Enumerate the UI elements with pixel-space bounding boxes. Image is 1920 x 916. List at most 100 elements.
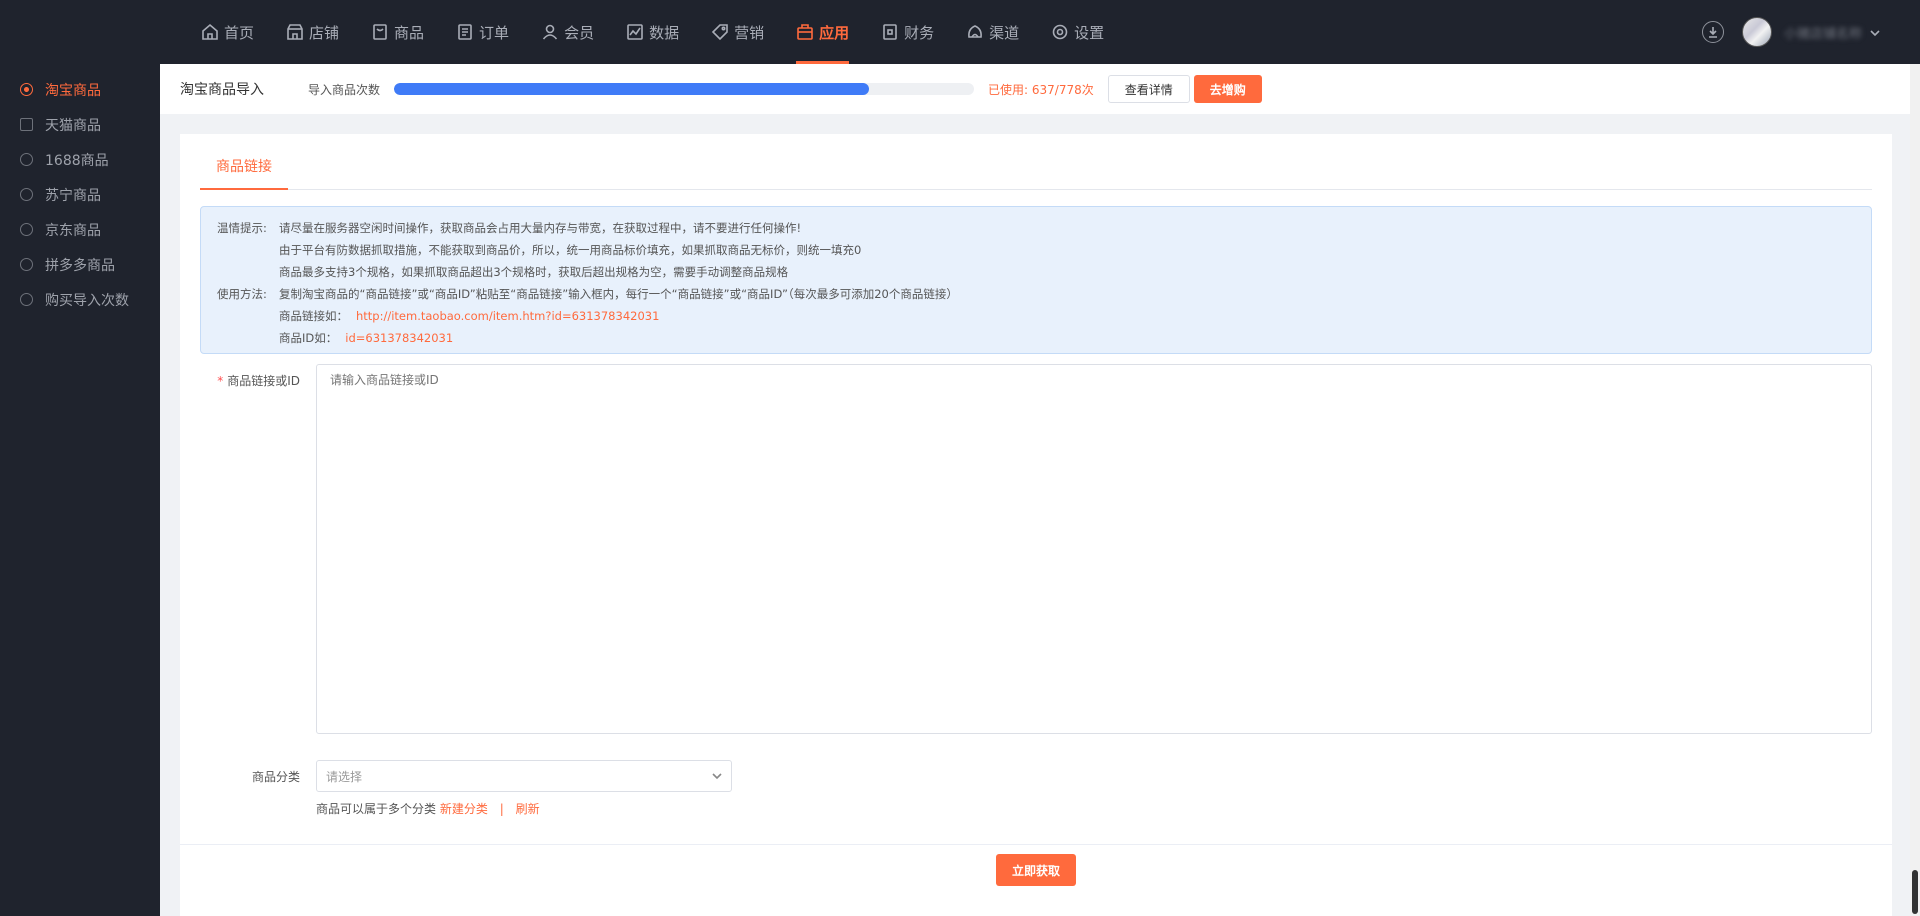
notice-row: 使用方法: 复制淘宝商品的“商品链接”或“商品ID”粘贴至“商品链接”输入框内，… bbox=[217, 283, 1855, 305]
nav-order[interactable]: 订单 bbox=[440, 0, 525, 64]
gear-icon bbox=[1052, 24, 1068, 40]
app-icon bbox=[797, 24, 813, 40]
usage-method-line: 复制淘宝商品的“商品链接”或“商品ID”粘贴至“商品链接”输入框内，每行一个“商… bbox=[279, 287, 958, 301]
usage-count: 已使用: 637/778次 bbox=[988, 82, 1094, 97]
link-form-row: * 商品链接或ID bbox=[200, 364, 1872, 734]
separator: | bbox=[499, 802, 504, 816]
nav-data-label: 数据 bbox=[649, 23, 680, 42]
main-content: 淘宝商品导入 导入商品次数 已使用: 637/778次 查看详情 去增购 商品链… bbox=[160, 64, 1910, 916]
nav-data[interactable]: 数据 bbox=[610, 0, 695, 64]
nav-home[interactable]: 首页 bbox=[185, 0, 270, 64]
top-bar: 首页 店铺 商品 订单 会员 数据 营销 应用 财务 渠道 设置 小猪店铺名称 bbox=[0, 0, 1920, 64]
category-hint: 商品可以属于多个分类 新建分类 | 刷新 bbox=[316, 802, 540, 816]
category-select-placeholder: 请选择 bbox=[326, 769, 363, 784]
id-example-label: 商品ID如： bbox=[279, 331, 338, 345]
sidebar-item-pinduoduo[interactable]: 拼多多商品 bbox=[0, 247, 160, 282]
nav-channel-label: 渠道 bbox=[989, 23, 1020, 42]
sidebar-item-tmall[interactable]: 天猫商品 bbox=[0, 107, 160, 142]
scrollbar-thumb[interactable] bbox=[1912, 870, 1918, 914]
nav-settings-label: 设置 bbox=[1074, 23, 1105, 42]
user-area: 小猪店铺名称 bbox=[1701, 0, 1880, 64]
tmall-icon bbox=[20, 118, 33, 131]
sidebar-item-label: 苏宁商品 bbox=[45, 187, 101, 204]
scrollbar[interactable] bbox=[1910, 64, 1920, 916]
history-icon bbox=[20, 293, 33, 306]
tabs: 商品链接 bbox=[200, 154, 1872, 190]
notice-row: 商品链接如： http://item.taobao.com/item.htm?i… bbox=[217, 305, 1855, 327]
link-input[interactable] bbox=[316, 364, 1872, 734]
1688-icon bbox=[20, 153, 33, 166]
goods-icon bbox=[373, 24, 387, 40]
page-title: 淘宝商品导入 bbox=[180, 82, 264, 98]
fetch-now-button[interactable]: 立即获取 bbox=[995, 854, 1076, 886]
nav-member-label: 会员 bbox=[564, 23, 595, 42]
nav-goods[interactable]: 商品 bbox=[355, 0, 440, 64]
tag-icon bbox=[711, 24, 728, 41]
usage-progress-fill bbox=[394, 83, 869, 95]
nav-channel[interactable]: 渠道 bbox=[950, 0, 1035, 64]
download-icon[interactable] bbox=[1701, 21, 1724, 43]
sidebar-item-buy-imports[interactable]: 购买导入次数 bbox=[0, 282, 160, 317]
refresh-link[interactable]: 刷新 bbox=[516, 802, 540, 816]
nav-store[interactable]: 店铺 bbox=[270, 0, 355, 64]
nav-member[interactable]: 会员 bbox=[525, 0, 610, 64]
page-header: 淘宝商品导入 导入商品次数 已使用: 637/778次 查看详情 去增购 bbox=[160, 64, 1910, 114]
new-category-link[interactable]: 新建分类 bbox=[440, 802, 488, 816]
nav-order-label: 订单 bbox=[479, 23, 510, 42]
chart-icon bbox=[627, 24, 643, 40]
notice-box: 温情提示: 请尽量在服务器空闲时间操作，获取商品会占用大量内存与带宽，在获取过程… bbox=[200, 206, 1872, 354]
import-card: 商品链接 温情提示: 请尽量在服务器空闲时间操作，获取商品会占用大量内存与带宽，… bbox=[180, 134, 1892, 916]
sidebar-item-label: 天猫商品 bbox=[45, 117, 101, 134]
sidebar-item-jd[interactable]: 京东商品 bbox=[0, 212, 160, 247]
sidebar-item-1688[interactable]: 1688商品 bbox=[0, 142, 160, 177]
channel-icon bbox=[968, 25, 983, 38]
nav-app[interactable]: 应用 bbox=[780, 0, 865, 64]
store-icon bbox=[287, 24, 303, 40]
finance-icon bbox=[883, 24, 897, 40]
usage-label: 导入商品次数 bbox=[308, 82, 381, 97]
notice-row: 商品ID如： id=631378342031 bbox=[217, 327, 1855, 349]
sidebar: 淘宝商品 天猫商品 1688商品 苏宁商品 京东商品 拼多多商品 购买导入次数 bbox=[0, 64, 160, 916]
footer-bar: 立即获取 bbox=[180, 844, 1892, 916]
sidebar-item-label: 淘宝商品 bbox=[45, 82, 101, 99]
tab-goods-link[interactable]: 商品链接 bbox=[200, 154, 288, 190]
chevron-down-icon bbox=[712, 773, 722, 780]
notice-row: 商品最多支持3个规格，如果抓取商品超出3个规格时，获取后超出规格为空，需要手动调… bbox=[217, 261, 1855, 283]
nav-marketing-label: 营销 bbox=[734, 23, 765, 42]
member-icon bbox=[542, 24, 558, 40]
jd-icon bbox=[20, 223, 33, 236]
nav-goods-label: 商品 bbox=[394, 23, 425, 42]
sidebar-item-taobao[interactable]: 淘宝商品 bbox=[0, 72, 160, 107]
nav-finance-label: 财务 bbox=[904, 23, 935, 42]
usage-method-label: 使用方法: bbox=[217, 287, 267, 301]
top-nav: 首页 店铺 商品 订单 会员 数据 营销 应用 财务 渠道 设置 bbox=[185, 0, 1120, 64]
link-example: http://item.taobao.com/item.htm?id=63137… bbox=[356, 309, 660, 323]
nav-store-label: 店铺 bbox=[309, 23, 340, 42]
view-details-button[interactable]: 查看详情 bbox=[1107, 75, 1190, 103]
id-example: id=631378342031 bbox=[345, 331, 454, 345]
nav-settings[interactable]: 设置 bbox=[1035, 0, 1120, 64]
suning-icon bbox=[20, 188, 33, 201]
required-mark: * bbox=[217, 374, 224, 388]
category-field-label: 商品分类 bbox=[251, 770, 300, 784]
tip-line-1: 请尽量在服务器空闲时间操作，获取商品会占用大量内存与带宽，在获取过程中，请不要进… bbox=[279, 221, 802, 235]
nav-marketing[interactable]: 营销 bbox=[695, 0, 780, 64]
tip-line-3: 商品最多支持3个规格，如果抓取商品超出3个规格时，获取后超出规格为空，需要手动调… bbox=[279, 265, 789, 279]
buy-more-button[interactable]: 去增购 bbox=[1193, 75, 1262, 103]
chevron-down-icon[interactable] bbox=[1870, 27, 1880, 37]
avatar[interactable] bbox=[1741, 17, 1772, 47]
nav-app-label: 应用 bbox=[819, 23, 850, 42]
category-form-row: 商品分类 请选择 商品可以属于多个分类 新建分类 | 刷新 bbox=[200, 760, 1872, 820]
tip-label: 温情提示: bbox=[217, 221, 267, 235]
sidebar-item-suning[interactable]: 苏宁商品 bbox=[0, 177, 160, 212]
tip-line-2: 由于平台有防数据抓取措施，不能获取到商品价，所以，统一用商品标价填充，如果抓取商… bbox=[279, 243, 862, 257]
order-icon bbox=[458, 24, 472, 40]
sidebar-item-label: 京东商品 bbox=[45, 222, 101, 239]
sidebar-item-label: 1688商品 bbox=[45, 152, 109, 169]
username[interactable]: 小猪店铺名称 bbox=[1784, 23, 1862, 42]
nav-finance[interactable]: 财务 bbox=[865, 0, 950, 64]
home-icon bbox=[202, 23, 218, 40]
link-example-label: 商品链接如： bbox=[279, 309, 348, 323]
pinduoduo-icon bbox=[20, 258, 33, 271]
category-select[interactable]: 请选择 bbox=[316, 760, 732, 792]
